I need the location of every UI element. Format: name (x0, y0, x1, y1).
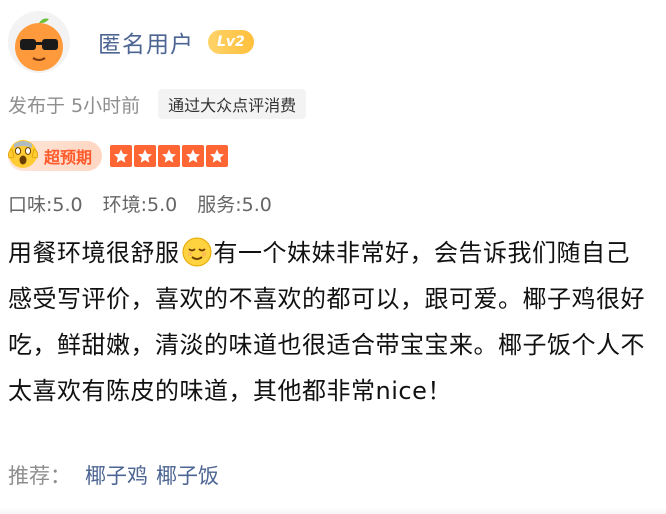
avatar[interactable] (8, 11, 70, 73)
score-environment: 环境:5.0 (102, 193, 178, 216)
star-icon (206, 145, 229, 167)
star-rating (110, 145, 229, 167)
star-icon (134, 145, 157, 167)
level-badge: Lv2 (208, 30, 254, 54)
meta-row: 发布于 5小时前 通过大众点评消费 (8, 88, 307, 120)
review-text: 用餐环境很舒服 有一个妹妹非常好，会告诉我们随自己感受写评价，喜欢的不喜欢的都可以… (8, 230, 648, 414)
expectation-badge: 超预期 (8, 140, 103, 171)
sub-scores: 口味:5.0 环境:5.0 服务:5.0 (8, 188, 292, 218)
screaming-face-icon (8, 140, 38, 168)
username[interactable]: 匿名用户 (98, 25, 194, 59)
orange-with-sunglasses-icon (8, 11, 70, 73)
star-icon (158, 145, 181, 167)
score-service: 服务:5.0 (197, 193, 272, 216)
star-icon (110, 145, 133, 167)
recommend-label: 推荐： (8, 464, 71, 488)
score-taste: 口味:5.0 (8, 193, 83, 216)
divider (0, 508, 666, 514)
user-header: 匿名用户 Lv2 (8, 10, 254, 74)
expectation-label: 超预期 (44, 148, 93, 167)
recommended-dish-link[interactable]: 椰子鸡 (85, 460, 148, 490)
review-text-part1: 用餐环境很舒服 (8, 239, 180, 267)
recommend-row: 推荐： 椰子鸡 椰子饭 (8, 458, 227, 492)
star-icon (182, 145, 205, 167)
relieved-face-icon (182, 237, 211, 267)
rating-row: 超预期 (8, 138, 229, 174)
source-tag: 通过大众点评消费 (158, 89, 307, 119)
recommended-dish-link[interactable]: 椰子饭 (156, 460, 219, 490)
post-time: 发布于 5小时前 (8, 94, 141, 117)
